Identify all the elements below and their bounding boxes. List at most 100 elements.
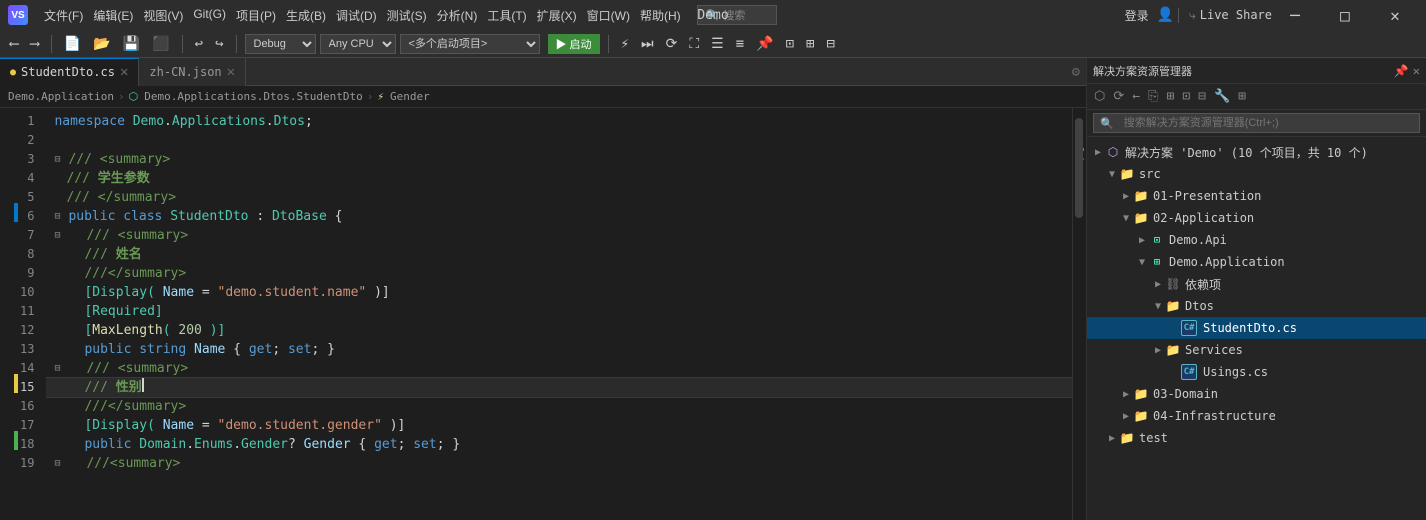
toolbar-extra-6[interactable]: ⊡ bbox=[782, 34, 798, 54]
toolbar-extra-4[interactable]: ≡ bbox=[732, 34, 748, 54]
menu-extensions[interactable]: 扩展(X) bbox=[533, 7, 581, 24]
se-filter-btn[interactable]: ⊡ bbox=[1179, 88, 1193, 105]
toolbar-extra-2[interactable]: ⛶ bbox=[685, 34, 703, 54]
fold-btn-7[interactable]: ⊟ bbox=[54, 226, 66, 245]
step-over-button[interactable]: ⏭ bbox=[637, 34, 658, 54]
tree-item-01-presentation[interactable]: ▶ 📁 01-Presentation bbox=[1087, 185, 1426, 207]
se-settings-btn[interactable]: 🔧 bbox=[1211, 88, 1233, 105]
tree-item-test[interactable]: ▶ 📁 test bbox=[1087, 427, 1426, 449]
tree-toggle-dtos[interactable]: ▼ bbox=[1151, 301, 1165, 312]
tree-toggle-src[interactable]: ▼ bbox=[1105, 169, 1119, 180]
fold-btn-14[interactable]: ⊟ bbox=[54, 359, 66, 378]
scrollbar-thumb[interactable] bbox=[1075, 118, 1083, 218]
tree-label-student-dto: StudentDto.cs bbox=[1203, 321, 1297, 335]
tab2-close-button[interactable]: ✕ bbox=[227, 64, 235, 80]
tree-toggle-04[interactable]: ▶ bbox=[1119, 411, 1133, 422]
breadcrumb-project[interactable]: Demo.Application bbox=[8, 90, 114, 103]
se-expand-btn[interactable]: ⊟ bbox=[1195, 88, 1209, 105]
tree-toggle-demo-application[interactable]: ▼ bbox=[1135, 257, 1149, 268]
code-line-8: /// 姓名 bbox=[46, 245, 1072, 264]
save-all-button[interactable]: ⬛ bbox=[148, 34, 173, 54]
tree-item-services[interactable]: ▶ 📁 Services bbox=[1087, 339, 1426, 361]
menu-project[interactable]: 项目(P) bbox=[232, 7, 280, 24]
breadcrumb-class[interactable]: Demo.Applications.Dtos.StudentDto bbox=[144, 90, 363, 103]
tree-toggle-root[interactable]: ▶ bbox=[1091, 147, 1105, 158]
toolbar-extra-8[interactable]: ⊟ bbox=[822, 34, 838, 54]
code-editor[interactable]: 1 2 3 4 5 6 7 8 9 10 11 12 13 14 15 16 1… bbox=[0, 108, 1086, 520]
tree-toggle-services[interactable]: ▶ bbox=[1151, 345, 1165, 356]
undo-button[interactable]: ↩ bbox=[191, 34, 207, 54]
tree-item-03-domain[interactable]: ▶ 📁 03-Domain bbox=[1087, 383, 1426, 405]
se-close-button[interactable]: ✕ bbox=[1413, 64, 1420, 78]
tree-item-02-application[interactable]: ▼ 📁 02-Application bbox=[1087, 207, 1426, 229]
toolbar-extra-3[interactable]: ☰ bbox=[707, 34, 728, 54]
forward-button[interactable]: ⟶ bbox=[26, 34, 42, 54]
tree-toggle-02[interactable]: ▼ bbox=[1119, 213, 1133, 224]
se-back-btn[interactable]: ⬡ bbox=[1091, 88, 1108, 105]
menu-view[interactable]: 视图(V) bbox=[139, 7, 187, 24]
menu-build[interactable]: 生成(B) bbox=[282, 7, 330, 24]
tree-item-usings[interactable]: C# Usings.cs bbox=[1087, 361, 1426, 383]
menu-file[interactable]: 文件(F) bbox=[40, 7, 87, 24]
menu-debug[interactable]: 调试(D) bbox=[332, 7, 381, 24]
code-content[interactable]: namespace Demo.Applications.Dtos; ⊟/// <… bbox=[46, 108, 1072, 520]
tree-toggle-03[interactable]: ▶ bbox=[1119, 389, 1133, 400]
run-button[interactable]: ▶ 启动 bbox=[548, 34, 600, 54]
fold-btn-19[interactable]: ⊟ bbox=[54, 454, 66, 473]
toolbar-extra-5[interactable]: 📌 bbox=[752, 34, 777, 54]
tree-item-demo-application[interactable]: ▼ ⊞ Demo.Application bbox=[1087, 251, 1426, 273]
platform-select[interactable]: Any CPU x64 bbox=[320, 34, 396, 54]
tab-student-dto[interactable]: ● StudentDto.cs ✕ bbox=[0, 58, 139, 86]
ln-6: 6 bbox=[20, 207, 42, 226]
se-properties-btn[interactable]: ⊞ bbox=[1164, 88, 1178, 105]
se-copy-btn[interactable]: ⎘ bbox=[1145, 88, 1161, 105]
tree-item-04-infrastructure[interactable]: ▶ 📁 04-Infrastructure bbox=[1087, 405, 1426, 427]
editor-scrollbar[interactable] bbox=[1072, 108, 1086, 520]
menu-tools[interactable]: 工具(T) bbox=[483, 7, 530, 24]
title-bar-left: VS 文件(F) 编辑(E) 视图(V) Git(G) 项目(P) 生成(B) … bbox=[8, 5, 777, 25]
startup-project-select[interactable]: <多个启动项目> bbox=[400, 34, 540, 54]
debug-config-select[interactable]: Debug Release bbox=[245, 34, 316, 54]
tree-item-src[interactable]: ▼ 📁 src bbox=[1087, 163, 1426, 185]
se-more-btn[interactable]: ⊞ bbox=[1235, 88, 1249, 105]
tree-item-demo-api[interactable]: ▶ ⊡ Demo.Api bbox=[1087, 229, 1426, 251]
toolbar-extra-1[interactable]: ⟳ bbox=[662, 34, 682, 54]
open-file-button[interactable]: 📂 bbox=[89, 34, 114, 54]
tree-item-deps[interactable]: ▶ ⛓ 依赖项 bbox=[1087, 273, 1426, 295]
tab1-close-button[interactable]: ✕ bbox=[120, 64, 128, 80]
tree-toggle-01[interactable]: ▶ bbox=[1119, 191, 1133, 202]
redo-button[interactable]: ↪ bbox=[211, 34, 227, 54]
tab-zh-cn-json[interactable]: zh-CN.json ✕ bbox=[139, 58, 246, 86]
tree-toggle-demo-api[interactable]: ▶ bbox=[1135, 235, 1149, 246]
close-button[interactable]: ✕ bbox=[1372, 0, 1418, 30]
se-pin-button[interactable]: 📌 bbox=[1394, 64, 1409, 78]
save-button[interactable]: 💾 bbox=[119, 34, 144, 54]
menu-analyze[interactable]: 分析(N) bbox=[433, 7, 482, 24]
tree-toggle-deps[interactable]: ▶ bbox=[1151, 279, 1165, 290]
menu-git[interactable]: Git(G) bbox=[189, 7, 230, 24]
tree-root[interactable]: ▶ ⬡ 解决方案 'Demo' (10 个项目，共 10 个) bbox=[1087, 141, 1426, 163]
fold-btn-6[interactable]: ⊟ bbox=[54, 207, 66, 226]
breadcrumb-member[interactable]: Gender bbox=[390, 90, 430, 103]
tab-settings-button[interactable]: ⚙ bbox=[1068, 64, 1084, 80]
se-search-input[interactable] bbox=[1118, 113, 1413, 133]
attach-debugger-button[interactable]: ⚡ bbox=[617, 34, 633, 54]
live-share-button[interactable]: ⤷ Live Share bbox=[1178, 8, 1272, 23]
maximize-button[interactable]: □ bbox=[1322, 0, 1368, 30]
tree-label-dtos: Dtos bbox=[1185, 299, 1214, 313]
fold-btn-3[interactable]: ⊟ bbox=[54, 150, 66, 169]
sign-in-button[interactable]: 登录 bbox=[1117, 7, 1157, 24]
se-nav-back-btn[interactable]: ← bbox=[1129, 88, 1143, 105]
toolbar-extra-7[interactable]: ⊞ bbox=[802, 34, 818, 54]
menu-window[interactable]: 窗口(W) bbox=[583, 7, 634, 24]
minimize-button[interactable]: ─ bbox=[1272, 0, 1318, 30]
menu-test[interactable]: 测试(S) bbox=[383, 7, 431, 24]
new-file-button[interactable]: 📄 bbox=[60, 34, 85, 54]
se-sync-btn[interactable]: ⟳ bbox=[1110, 88, 1127, 105]
back-button[interactable]: ⟵ bbox=[6, 34, 22, 54]
tree-item-dtos[interactable]: ▼ 📁 Dtos bbox=[1087, 295, 1426, 317]
menu-edit[interactable]: 编辑(E) bbox=[89, 7, 137, 24]
tree-item-student-dto[interactable]: C# StudentDto.cs bbox=[1087, 317, 1426, 339]
tree-toggle-test[interactable]: ▶ bbox=[1105, 433, 1119, 444]
menu-help[interactable]: 帮助(H) bbox=[636, 7, 685, 24]
